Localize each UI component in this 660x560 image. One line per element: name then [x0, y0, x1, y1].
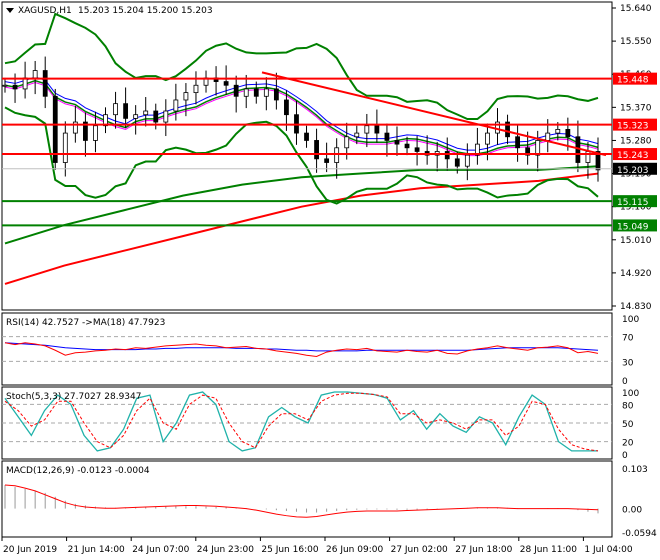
candle-body	[143, 110, 149, 116]
candle-body	[384, 132, 390, 141]
candle-body	[545, 132, 551, 141]
x-tick-label: 24 Jun 23:00	[197, 545, 254, 555]
candle-body	[394, 140, 400, 145]
x-tick-label: 28 Jun 11:00	[520, 545, 577, 555]
macd-signal-line	[4, 484, 599, 518]
stoch-tick-label: 20	[622, 439, 634, 449]
ma-fast-magenta	[4, 81, 599, 157]
candle-body	[62, 132, 68, 163]
y-tick-label: 14.920	[620, 269, 652, 279]
rsi-tick-label: 30	[622, 358, 634, 368]
symbol-label: XAGUSD,H1	[18, 6, 72, 16]
y-tick-label: 14.830	[620, 302, 652, 312]
rsi-title: RSI(14) 42.7527 ->MA(18) 47.7923	[6, 318, 165, 328]
candle-body	[515, 136, 520, 149]
candle-body	[123, 103, 129, 119]
candle-body	[263, 88, 269, 97]
candle-body	[324, 158, 330, 163]
y-tick-label: 15.550	[620, 37, 652, 47]
rsi-ma-line	[4, 342, 599, 352]
level-badge-label: 15.243	[617, 151, 649, 161]
y-tick-label: 15.640	[620, 4, 652, 14]
candle-body	[485, 132, 490, 145]
candle-body	[354, 132, 360, 138]
macd-tick-label: 0.103	[622, 465, 648, 475]
stoch-tick-label: 50	[622, 420, 634, 430]
level-badge-label: 15.115	[617, 198, 649, 208]
candle-body	[193, 84, 199, 94]
ohlc-label: 15.203 15.204 15.200 15.203	[78, 6, 213, 16]
x-tick-label: 26 Jun 09:00	[326, 545, 383, 555]
macd-tick-label: -0.0594	[622, 529, 657, 539]
candle-body	[183, 92, 189, 101]
candle-body	[273, 88, 279, 101]
candle-body	[314, 140, 319, 160]
candle-body	[42, 70, 48, 97]
candle-body	[304, 132, 309, 141]
rsi-tick-label: 0	[622, 377, 628, 387]
level-badge-label: 15.323	[617, 122, 649, 132]
candle-body	[555, 129, 561, 134]
y-tick-label: 15.010	[620, 236, 652, 246]
candle-body	[32, 70, 38, 79]
candle-body	[444, 151, 450, 160]
candle-body	[565, 129, 571, 138]
stoch-tick-label: 100	[622, 389, 639, 399]
candle-body	[464, 154, 470, 167]
ma-long-green	[4, 165, 599, 245]
candle-body	[414, 147, 420, 152]
rsi-tick-label: 70	[622, 334, 634, 344]
candle-body	[93, 125, 98, 141]
candle-body	[364, 125, 370, 134]
candle-body	[404, 143, 410, 149]
candle-body	[133, 114, 139, 119]
macd-tick-label: 0.00	[622, 506, 642, 516]
x-tick-label: 21 Jun 14:00	[68, 545, 125, 555]
stoch-tick-label: 0	[622, 451, 628, 461]
candle-body	[535, 140, 541, 156]
x-tick-label: 25 Jun 16:00	[261, 545, 318, 555]
level-badge-label: 15.203	[617, 166, 649, 176]
candle-body	[173, 99, 179, 112]
candle-body	[233, 84, 239, 97]
candle-body	[374, 125, 380, 134]
x-tick-label: 27 Jun 02:00	[391, 545, 448, 555]
y-tick-label: 15.370	[620, 103, 652, 113]
macd-title: MACD(12,26,9) -0.0123 -0.0004	[6, 466, 150, 476]
collapse-arrow-icon[interactable]	[6, 8, 14, 13]
level-badge-label: 15.049	[617, 222, 649, 232]
y-tick-label: 15.280	[620, 136, 652, 146]
stoch-title: Stoch(5,3,3) 27.7027 28.9347	[6, 392, 141, 402]
x-tick-label: 27 Jun 18:00	[455, 545, 512, 555]
candle-body	[334, 147, 340, 163]
candle-body	[153, 110, 159, 123]
candle-body	[253, 88, 259, 97]
rsi-tick-label: 100	[622, 315, 639, 325]
candle-body	[223, 81, 229, 86]
candle-body	[163, 110, 169, 123]
stoch-tick-label: 80	[622, 401, 634, 411]
x-tick-label: 20 Jun 2019	[3, 545, 57, 555]
candle-body	[2, 84, 8, 87]
candle-body	[12, 84, 18, 90]
candle-body	[454, 158, 460, 167]
candle-body	[243, 88, 249, 97]
chart-canvas: 15.64015.55015.46015.37015.28015.19015.1…	[1, 1, 657, 555]
candle-body	[284, 99, 289, 116]
x-tick-label: 1 Jul 04:00	[584, 545, 633, 555]
candle-body	[113, 103, 118, 116]
chart-window: 15.64015.55015.46015.37015.28015.19015.1…	[0, 0, 660, 560]
level-badge-label: 15.448	[617, 76, 649, 86]
candle-body	[344, 136, 350, 149]
ma-long-red	[4, 172, 599, 285]
candle-body	[52, 95, 58, 163]
x-tick-label: 24 Jun 07:00	[132, 545, 189, 555]
